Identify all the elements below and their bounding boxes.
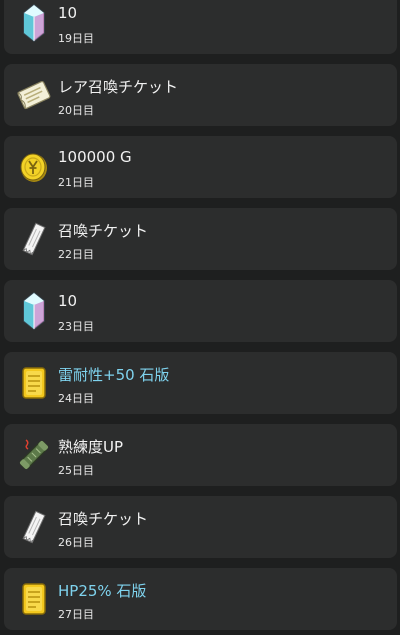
rare-summon-ticket-icon: [14, 75, 54, 115]
reward-row-day-26[interactable]: 召喚チケット 26日目: [4, 496, 397, 558]
proficiency-scroll-icon: [14, 435, 54, 475]
stone-tablet-icon: [14, 363, 54, 403]
reward-title: 10: [58, 4, 78, 22]
reward-row-day-27[interactable]: HP25% 石版 27日目: [4, 568, 397, 630]
reward-row-day-23[interactable]: 10 23日目: [4, 280, 397, 342]
reward-title: 召喚チケット: [58, 222, 149, 240]
reward-day: 27日目: [58, 608, 94, 621]
summon-ticket-icon: [14, 219, 54, 259]
reward-title: 熟練度UP: [58, 438, 124, 456]
reward-day: 20日目: [58, 104, 94, 117]
reward-title: 100000 G: [58, 148, 132, 166]
reward-title: 10: [58, 292, 78, 310]
login-reward-list: 10 19日目 レア召喚チケット 20日目 100000 G 21日目 召喚チケ…: [0, 0, 400, 630]
reward-day: 24日目: [58, 392, 94, 405]
reward-title: レア召喚チケット: [58, 78, 179, 96]
gold-coin-icon: [14, 147, 54, 187]
crystal-icon: [14, 291, 54, 331]
reward-row-day-19[interactable]: 10 19日目: [4, 0, 397, 54]
reward-row-day-22[interactable]: 召喚チケット 22日目: [4, 208, 397, 270]
summon-ticket-icon: [14, 507, 54, 547]
reward-row-day-25[interactable]: 熟練度UP 25日目: [4, 424, 397, 486]
reward-title: 雷耐性+50 石版: [58, 366, 170, 384]
reward-row-day-20[interactable]: レア召喚チケット 20日目: [4, 64, 397, 126]
reward-day: 22日目: [58, 248, 94, 261]
stone-tablet-icon: [14, 579, 54, 619]
crystal-icon: [14, 3, 54, 43]
reward-day: 21日目: [58, 176, 94, 189]
reward-row-day-24[interactable]: 雷耐性+50 石版 24日目: [4, 352, 397, 414]
reward-row-day-21[interactable]: 100000 G 21日目: [4, 136, 397, 198]
reward-title: 召喚チケット: [58, 510, 149, 528]
reward-day: 23日目: [58, 320, 94, 333]
reward-day: 25日目: [58, 464, 94, 477]
reward-day: 19日目: [58, 32, 94, 45]
reward-day: 26日目: [58, 536, 94, 549]
reward-title: HP25% 石版: [58, 582, 147, 600]
